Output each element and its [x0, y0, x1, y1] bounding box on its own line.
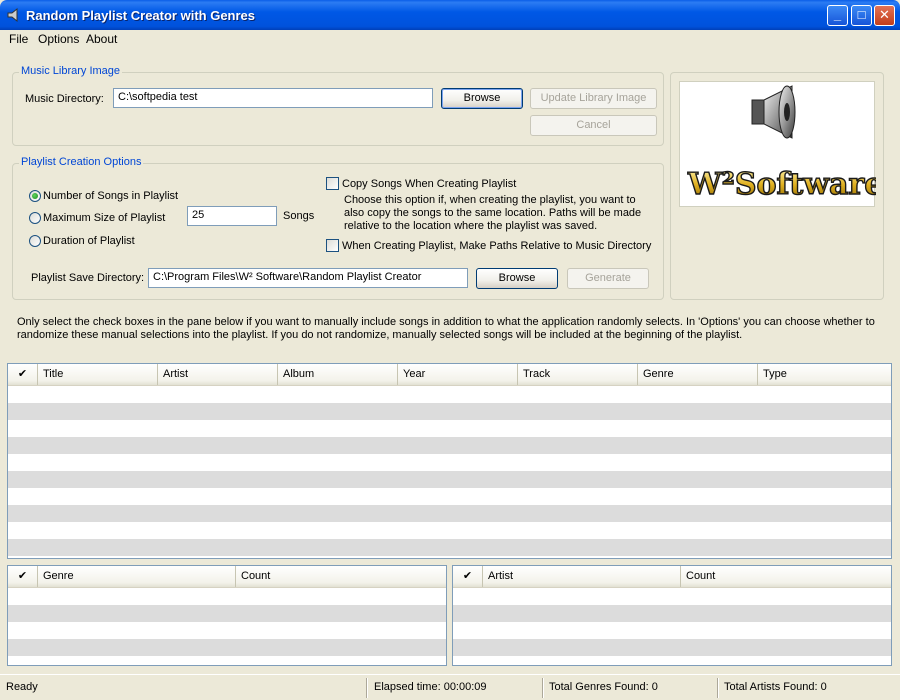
list-item — [8, 622, 446, 639]
music-directory-label: Music Directory: — [25, 93, 104, 105]
copy-songs-desc-line3: relative to the location where the playl… — [344, 220, 598, 232]
songs-col-album[interactable]: Album — [278, 364, 398, 385]
instructions-line1: Only select the check boxes in the pane … — [17, 316, 875, 328]
songs-col-year[interactable]: Year — [398, 364, 518, 385]
logo-image: W²Software — [679, 81, 884, 207]
artist-col-artist[interactable]: Artist — [483, 566, 681, 587]
radio-number-of-songs-label[interactable]: Number of Songs in Playlist — [43, 190, 178, 202]
artist-list-header: ✔ Artist Count — [453, 566, 891, 588]
title-bar[interactable]: Random Playlist Creator with Genres _ □ … — [0, 0, 900, 30]
radio-duration-label[interactable]: Duration of Playlist — [43, 235, 135, 247]
speaker-logo-icon: W²Software — [686, 85, 884, 203]
client-area: Music Library Image Music Directory: C:\… — [4, 48, 896, 696]
list-item — [453, 605, 891, 622]
songs-col-title[interactable]: Title — [38, 364, 158, 385]
songs-col-artist[interactable]: Artist — [158, 364, 278, 385]
status-ready: Ready — [6, 681, 38, 693]
music-library-group: Music Library Image Music Directory: C:\… — [12, 65, 664, 146]
menu-file[interactable]: File — [9, 32, 28, 46]
copy-songs-desc-line2: also copy the songs to the same location… — [344, 207, 642, 219]
list-item — [453, 622, 891, 639]
genre-list[interactable]: ✔ Genre Count — [7, 565, 447, 666]
artist-col-check[interactable]: ✔ — [453, 566, 483, 587]
playlist-options-group: Playlist Creation Options Number of Song… — [12, 156, 664, 300]
menu-about[interactable]: About — [86, 32, 117, 46]
copy-songs-label[interactable]: Copy Songs When Creating Playlist — [342, 178, 516, 190]
table-row — [8, 437, 891, 454]
list-item — [8, 588, 446, 605]
table-row — [8, 488, 891, 505]
list-item — [8, 605, 446, 622]
list-item — [8, 639, 446, 656]
maximize-button[interactable]: □ — [851, 5, 872, 26]
playlist-options-legend: Playlist Creation Options — [19, 156, 144, 168]
update-library-button[interactable]: Update Library Image — [530, 88, 657, 109]
radio-number-of-songs[interactable] — [29, 190, 41, 202]
music-browse-button[interactable]: Browse — [441, 88, 523, 109]
relative-paths-label[interactable]: When Creating Playlist, Make Paths Relat… — [342, 240, 651, 252]
music-library-legend: Music Library Image — [19, 65, 123, 77]
songs-list[interactable]: ✔ Title Artist Album Year Track Genre Ty… — [7, 363, 892, 559]
generate-button[interactable]: Generate — [567, 268, 649, 289]
table-row — [8, 471, 891, 488]
speaker-app-icon — [6, 7, 22, 23]
status-bar: Ready Elapsed time: 00:00:09 Total Genre… — [0, 674, 900, 700]
songs-col-track[interactable]: Track — [518, 364, 638, 385]
artist-list[interactable]: ✔ Artist Count — [452, 565, 892, 666]
genre-col-check[interactable]: ✔ — [8, 566, 38, 587]
radio-max-size-label[interactable]: Maximum Size of Playlist — [43, 212, 165, 224]
list-item — [453, 639, 891, 656]
radio-max-size[interactable] — [29, 212, 41, 224]
status-elapsed: Elapsed time: 00:00:09 — [374, 681, 487, 693]
table-row — [8, 420, 891, 437]
radio-duration[interactable] — [29, 235, 41, 247]
instructions-line2: randomize these manual selections into t… — [17, 329, 743, 341]
save-directory-label: Playlist Save Directory: — [31, 272, 145, 284]
save-directory-input[interactable]: C:\Program Files\W² Software\Random Play… — [148, 268, 468, 288]
songs-col-check[interactable]: ✔ — [8, 364, 38, 385]
close-button[interactable]: ✕ — [874, 5, 895, 26]
table-row — [8, 454, 891, 471]
logo-text: W²Software — [687, 167, 876, 202]
status-genres-found: Total Genres Found: 0 — [549, 681, 658, 693]
genre-col-genre[interactable]: Genre — [38, 566, 236, 587]
minimize-button[interactable]: _ — [827, 5, 848, 26]
table-row — [8, 505, 891, 522]
table-row — [8, 522, 891, 539]
artist-col-count[interactable]: Count — [681, 566, 891, 587]
menu-options[interactable]: Options — [38, 32, 79, 46]
playlist-amount-input[interactable]: 25 — [187, 206, 277, 226]
status-artists-found: Total Artists Found: 0 — [724, 681, 827, 693]
copy-songs-checkbox[interactable] — [326, 177, 339, 190]
table-row — [8, 403, 891, 420]
relative-paths-checkbox[interactable] — [326, 239, 339, 252]
songs-col-type[interactable]: Type — [758, 364, 891, 385]
amount-unit-label: Songs — [283, 210, 315, 222]
songs-list-header: ✔ Title Artist Album Year Track Genre Ty… — [8, 364, 891, 386]
status-separator — [717, 678, 718, 698]
table-row — [8, 386, 891, 403]
genre-list-header: ✔ Genre Count — [8, 566, 446, 588]
songs-col-genre[interactable]: Genre — [638, 364, 758, 385]
copy-songs-desc-line1: Choose this option if, when creating the… — [344, 194, 636, 206]
status-separator — [366, 678, 367, 698]
save-browse-button[interactable]: Browse — [476, 268, 558, 289]
table-row — [8, 539, 891, 556]
logo-panel: W²Software — [670, 72, 884, 300]
status-separator — [542, 678, 543, 698]
menu-bar: File Options About — [0, 30, 900, 48]
window-title: Random Playlist Creator with Genres — [26, 8, 256, 23]
list-item — [453, 588, 891, 605]
music-directory-input[interactable]: C:\softpedia test — [113, 88, 433, 108]
genre-col-count[interactable]: Count — [236, 566, 446, 587]
cancel-button[interactable]: Cancel — [530, 115, 657, 136]
